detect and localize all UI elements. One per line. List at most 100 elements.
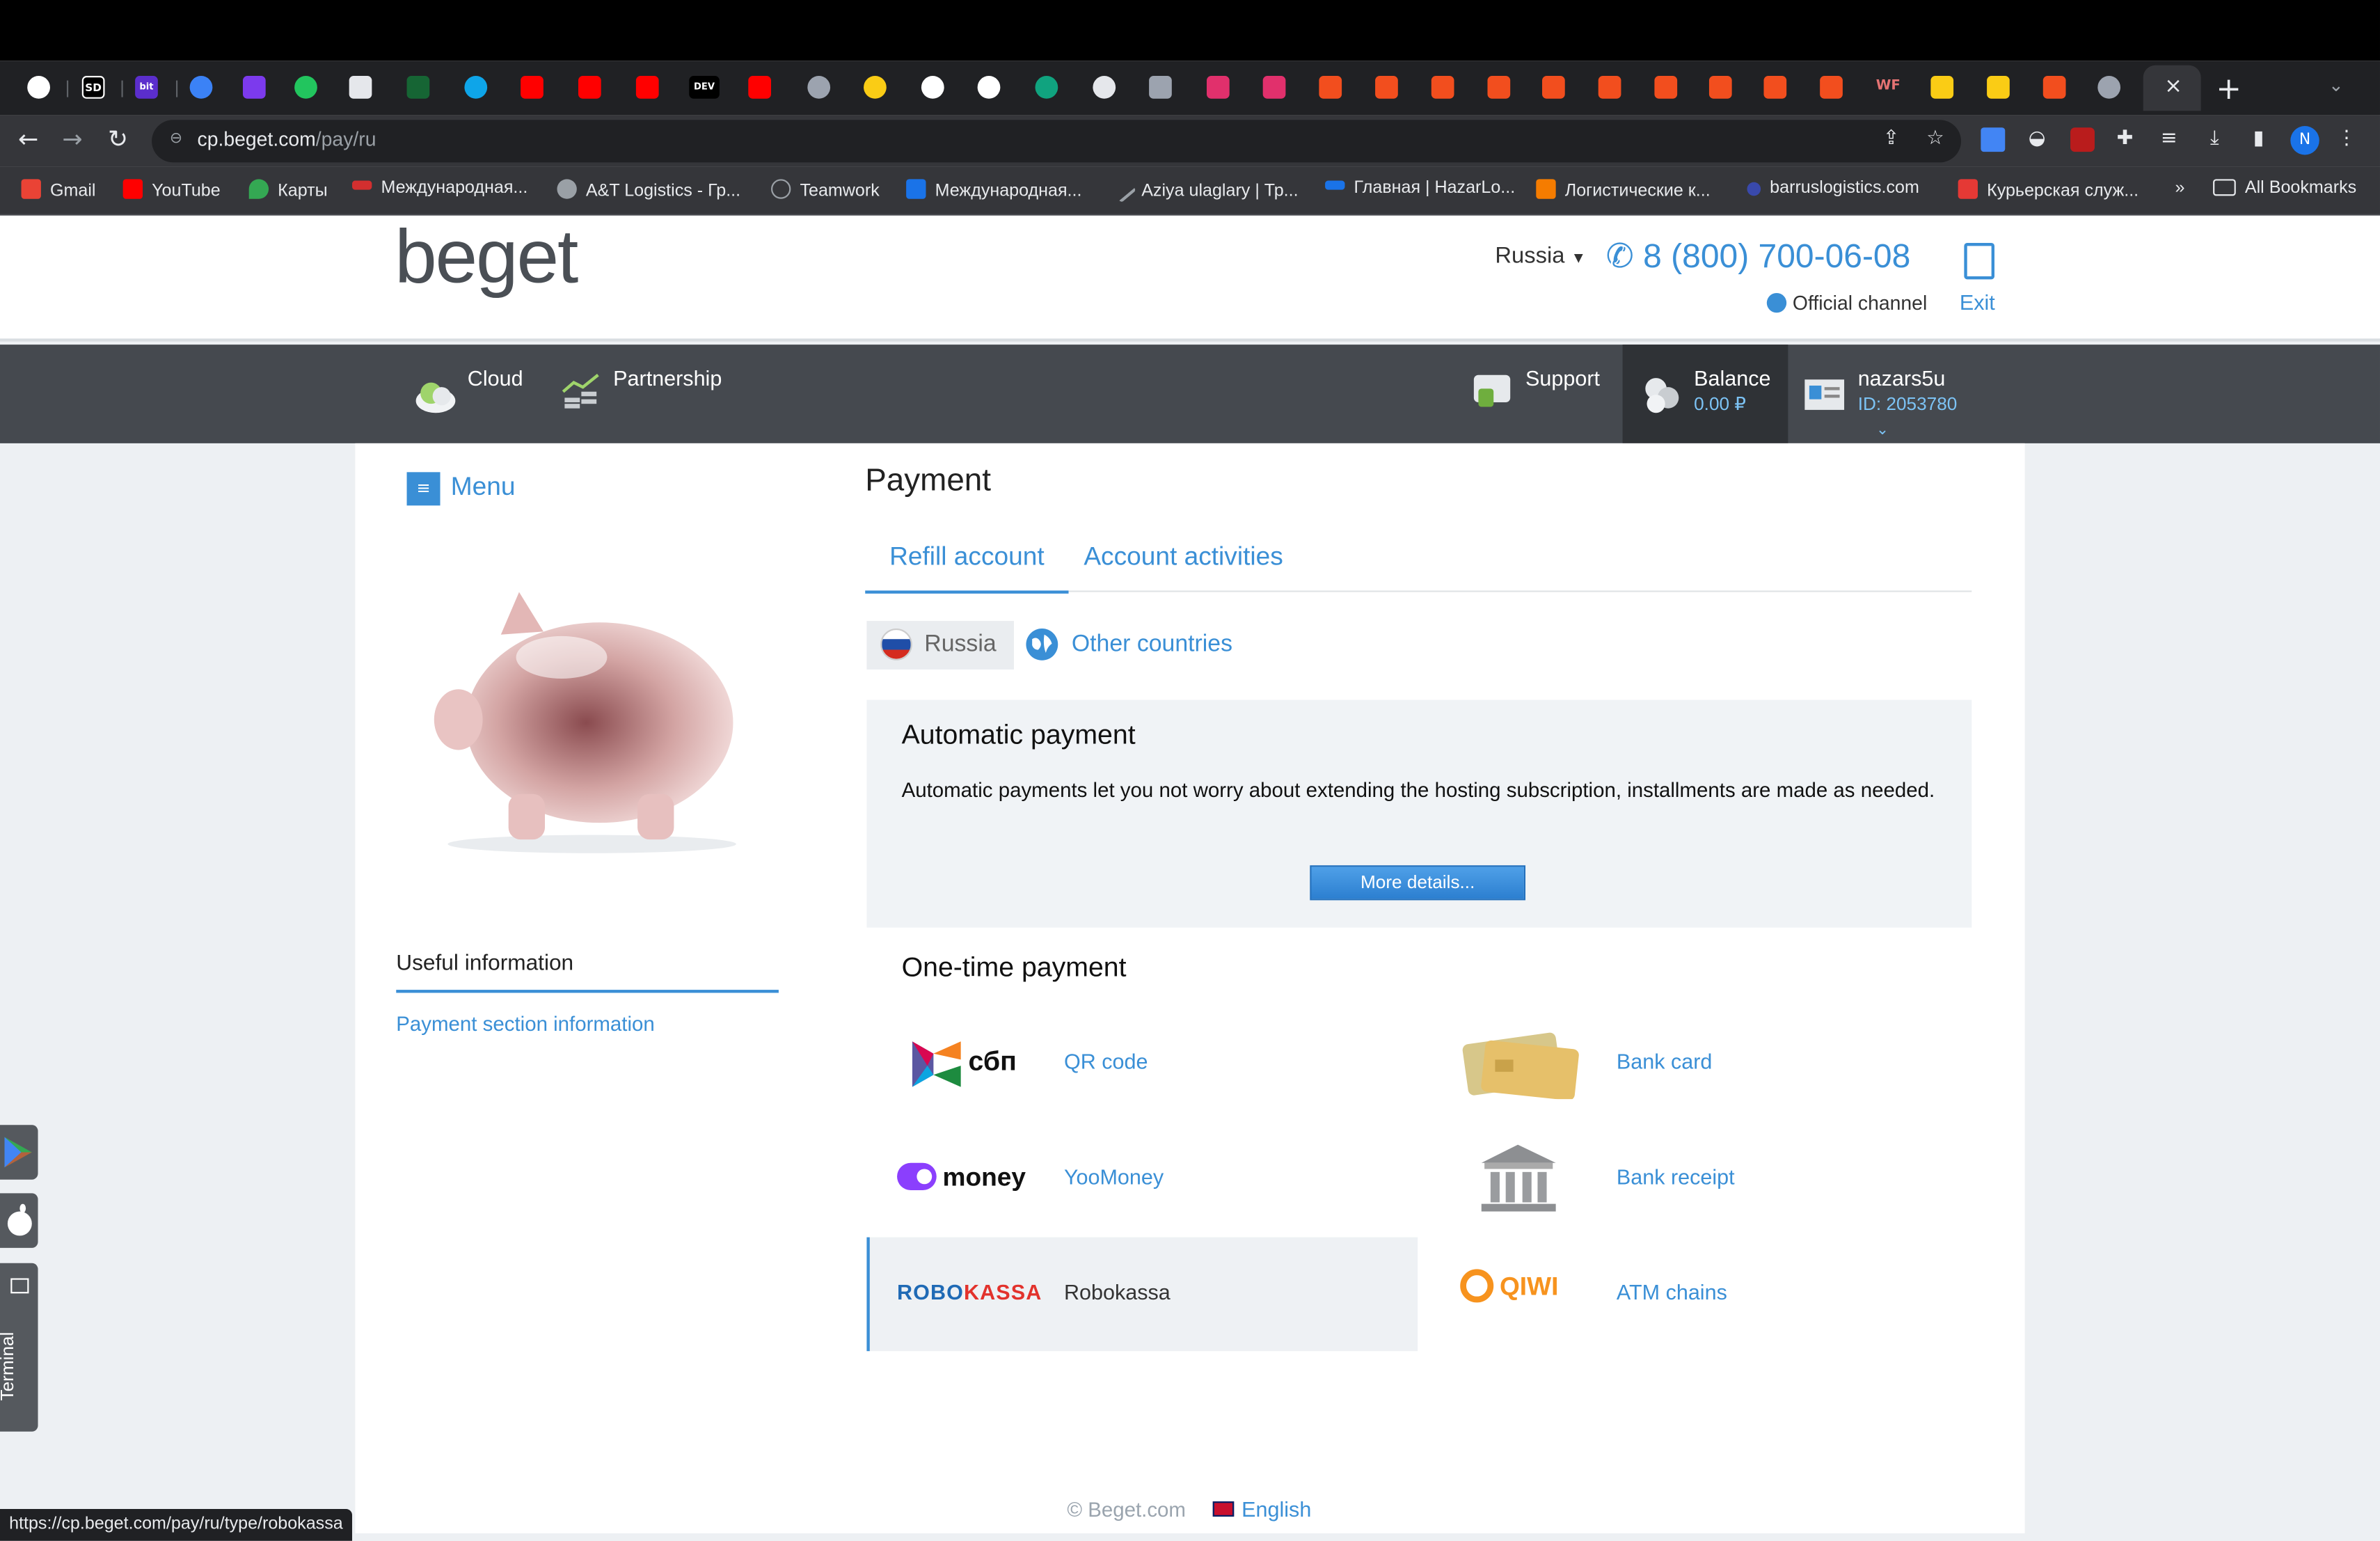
- nav-user[interactable]: nazars5u ID: 2053780: [1858, 366, 1958, 415]
- download-icon[interactable]: ⤓: [2203, 127, 2227, 152]
- bookmark-item[interactable]: A&T Logistics - Гр...: [557, 179, 740, 200]
- bookmark-item[interactable]: barruslogistics.com: [1747, 179, 1919, 198]
- pay-yoomoney[interactable]: YooMoney: [1064, 1164, 1164, 1189]
- phone-number[interactable]: ✆ 8 (800) 700-06-08: [1606, 237, 1911, 276]
- figma-tab-icon[interactable]: [1375, 76, 1398, 99]
- profile-avatar[interactable]: N: [2290, 126, 2319, 155]
- figma-tab-icon[interactable]: [1487, 76, 1511, 99]
- bookmark-item[interactable]: Teamwork: [771, 179, 880, 200]
- address-bar[interactable]: [152, 120, 1962, 163]
- bookmark-item[interactable]: Главная | HazarLo...: [1325, 179, 1515, 198]
- youtube-tab-icon[interactable]: [748, 76, 772, 99]
- figma-tab-icon[interactable]: [2042, 76, 2066, 99]
- app-tab-icon[interactable]: [1930, 76, 1954, 99]
- chevron-down-icon[interactable]: ⌄: [1876, 422, 1889, 438]
- back-icon[interactable]: ←: [18, 125, 38, 155]
- app-tab-icon[interactable]: [1093, 76, 1116, 99]
- nav-balance[interactable]: Balance 0.00 ₽: [1694, 366, 1770, 415]
- sheet-tab-icon[interactable]: [406, 76, 430, 99]
- figma-tab-icon[interactable]: [1431, 76, 1454, 99]
- bookmark-item[interactable]: Aziya ulaglary | Тр...: [1108, 175, 1299, 203]
- figma-tab-icon[interactable]: [1654, 76, 1678, 99]
- c-tab-icon[interactable]: [189, 76, 213, 99]
- bookmark-item[interactable]: Международная...: [906, 179, 1081, 200]
- extension-icon[interactable]: ◒: [2025, 127, 2049, 152]
- all-bookmarks[interactable]: All Bookmarks: [2213, 179, 2356, 198]
- star-icon[interactable]: ☆: [1923, 127, 1947, 152]
- bookmark-item[interactable]: Логистические к...: [1536, 179, 1711, 200]
- github-tab-icon[interactable]: [977, 76, 1001, 99]
- menu-icon[interactable]: ≡: [406, 472, 441, 506]
- nav-cloud[interactable]: Cloud: [468, 366, 523, 390]
- dev-tab-icon[interactable]: DEV: [689, 76, 720, 99]
- app-tab-icon[interactable]: [242, 76, 266, 99]
- instagram-tab-icon[interactable]: [1262, 76, 1286, 99]
- bookmark-youtube[interactable]: YouTube: [122, 179, 221, 200]
- address-url[interactable]: cp.beget.com/pay/ru: [198, 127, 376, 150]
- instagram-tab-icon[interactable]: [1206, 76, 1230, 99]
- puzzle-icon[interactable]: ✚: [2113, 127, 2137, 152]
- github-tab-icon[interactable]: [27, 76, 50, 99]
- media-icon[interactable]: ≡: [2157, 127, 2181, 152]
- youtube-tab-icon[interactable]: [635, 76, 659, 99]
- sd-tab-icon[interactable]: SD: [81, 76, 105, 99]
- doc-tab-icon[interactable]: [349, 76, 372, 99]
- nav-partnership[interactable]: Partnership: [613, 366, 722, 390]
- nav-support[interactable]: Support: [1525, 366, 1600, 390]
- share-icon[interactable]: ⇪: [1879, 127, 1903, 152]
- figma-tab-icon[interactable]: [1763, 76, 1787, 99]
- pay-bank-receipt[interactable]: Bank receipt: [1617, 1164, 1735, 1189]
- figma-tab-icon[interactable]: [1319, 76, 1342, 99]
- figma-tab-icon[interactable]: [1598, 76, 1621, 99]
- bookmark-item[interactable]: Международная...: [352, 179, 527, 198]
- globe-tab-icon[interactable]: [807, 76, 831, 99]
- close-tab-icon[interactable]: ×: [2164, 74, 2182, 99]
- app-tab-icon[interactable]: [921, 76, 944, 99]
- pay-bank-card[interactable]: Bank card: [1617, 1049, 1713, 1073]
- region-select[interactable]: Russia ▼: [1495, 243, 1586, 269]
- app-tab-icon[interactable]: [1149, 76, 1172, 99]
- apple-tab-icon[interactable]: [2097, 76, 2121, 99]
- globe-tab-icon[interactable]: [294, 76, 317, 99]
- exit-link[interactable]: Exit: [1960, 290, 1995, 315]
- beget-logo[interactable]: beget: [395, 212, 578, 301]
- bookmark-gmail[interactable]: Gmail: [21, 179, 96, 200]
- wf-tab-icon[interactable]: WF: [1873, 76, 1904, 99]
- tab-account-activities[interactable]: Account activities: [1084, 537, 1283, 577]
- official-channel-link[interactable]: Official channel: [1766, 292, 1927, 314]
- chatgpt-tab-icon[interactable]: [1035, 76, 1058, 99]
- pay-atm-chains[interactable]: ATM chains: [1617, 1280, 1727, 1304]
- loader-tab-icon[interactable]: [464, 76, 488, 99]
- bookmarks-overflow-button[interactable]: »: [2175, 179, 2185, 197]
- reload-icon[interactable]: ↻: [108, 125, 128, 155]
- bookmark-maps[interactable]: Карты: [248, 179, 328, 200]
- tab-refill-account[interactable]: Refill account: [865, 537, 1069, 594]
- youtube-tab-icon[interactable]: [578, 76, 601, 99]
- bookmark-item[interactable]: Курьерская служ...: [1958, 179, 2139, 200]
- pay-robokassa[interactable]: Robokassa: [1064, 1280, 1171, 1304]
- python-tab-icon[interactable]: [864, 76, 887, 99]
- new-tab-button[interactable]: +: [2216, 70, 2242, 106]
- tab-search-icon[interactable]: ⌄: [2329, 74, 2344, 96]
- figma-tab-icon[interactable]: [1542, 76, 1565, 99]
- forward-icon[interactable]: →: [62, 125, 82, 155]
- google-play-button[interactable]: [0, 1125, 38, 1180]
- door-icon[interactable]: [1964, 242, 1994, 280]
- pay-qr-code[interactable]: QR code: [1064, 1049, 1148, 1073]
- bit-tab-icon[interactable]: bit: [135, 76, 158, 99]
- app-store-button[interactable]: [0, 1193, 38, 1248]
- more-details-button[interactable]: More details...: [1310, 865, 1526, 901]
- app-tab-icon[interactable]: [1987, 76, 2010, 99]
- youtube-tab-icon[interactable]: [521, 76, 544, 99]
- kebab-menu-icon[interactable]: ⋮: [2335, 127, 2359, 152]
- figma-tab-icon[interactable]: [1708, 76, 1732, 99]
- payment-info-link[interactable]: Payment section information: [396, 1013, 655, 1036]
- translate-icon[interactable]: [1981, 127, 2006, 152]
- other-countries-link[interactable]: Other countries: [1072, 631, 1232, 658]
- ublock-icon[interactable]: [2070, 127, 2095, 152]
- sidepanel-icon[interactable]: ▮: [2246, 127, 2271, 152]
- figma-tab-icon[interactable]: [1820, 76, 1843, 99]
- language-switch[interactable]: English: [1212, 1497, 1311, 1521]
- menu-button[interactable]: Menu: [451, 472, 516, 503]
- site-info-icon[interactable]: ⊖: [164, 127, 189, 152]
